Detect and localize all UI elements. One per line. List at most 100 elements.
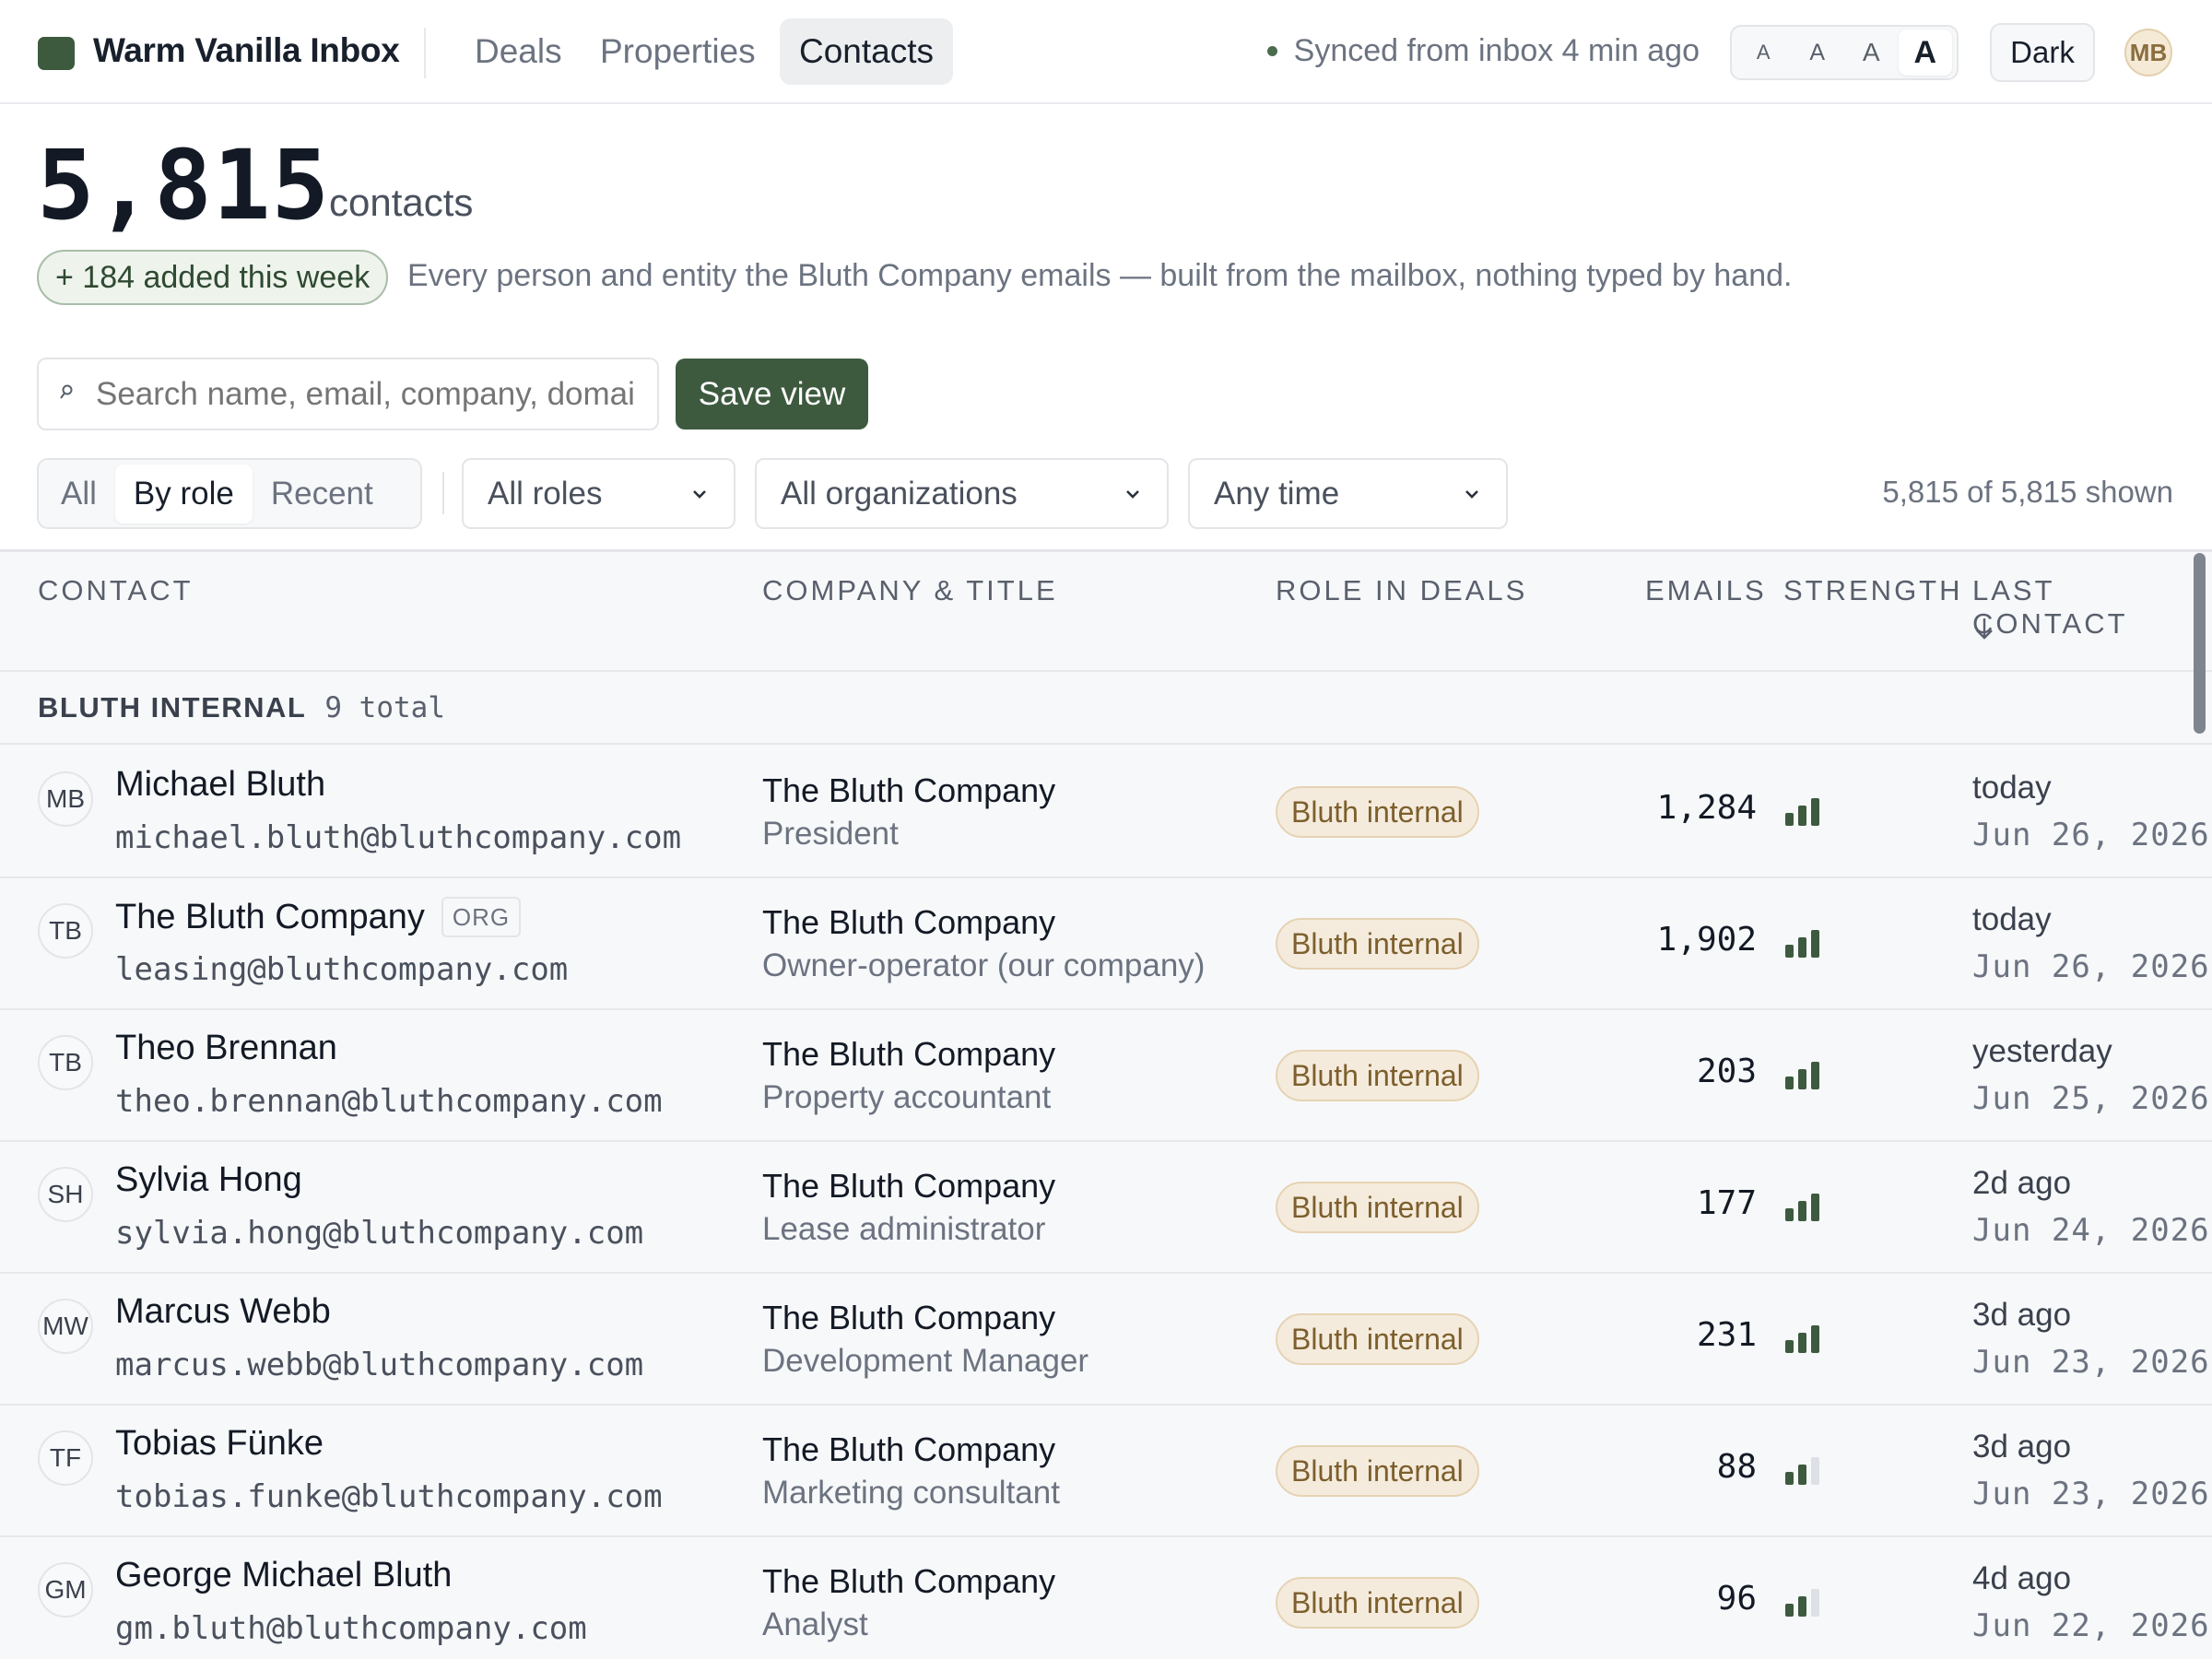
dark-mode-button[interactable]: Dark [1990, 23, 2095, 82]
brand-logo-icon [38, 37, 75, 70]
table-row[interactable]: MB Michael Bluth michael.bluth@bluthcomp… [0, 747, 2212, 878]
last-contact-date: Jun 23, 2026 [1972, 1476, 2210, 1512]
contact-name[interactable]: Tobias Fünke [115, 1424, 324, 1464]
strength-bar [1785, 813, 1794, 826]
column-header-contact[interactable]: CONTACT [38, 574, 194, 607]
contact-title: Property accountant [762, 1079, 1052, 1115]
company-name: The Bluth Company [762, 1167, 1056, 1205]
table-row[interactable]: TB Theo Brennan theo.brennan@bluthcompan… [0, 1010, 2212, 1142]
strength-bar [1798, 1596, 1806, 1617]
group-name: BLUTH INTERNAL [38, 690, 307, 724]
search-box[interactable] [37, 358, 659, 430]
contact-name[interactable]: The Bluth Company [115, 898, 425, 937]
strength-bar [1811, 1325, 1819, 1353]
last-contact-date: Jun 23, 2026 [1972, 1344, 2210, 1381]
table-row[interactable]: SH Sylvia Hong sylvia.hong@bluthcompany.… [0, 1142, 2212, 1274]
table-row[interactable]: TF Tobias Fünke tobias.funke@bluthcompan… [0, 1406, 2212, 1537]
last-contact-relative: yesterday [1972, 1033, 2112, 1069]
contact-count-unit: contacts [329, 181, 474, 224]
font-size-l-button[interactable]: A [1898, 29, 1952, 76]
strength-bar [1785, 1604, 1794, 1617]
last-contact-date: Jun 22, 2026 [1972, 1607, 2210, 1644]
nav-tab-deals[interactable]: Deals [455, 18, 582, 85]
user-avatar[interactable]: MB [2124, 29, 2172, 76]
contact-name[interactable]: Michael Bluth [115, 765, 325, 805]
contact-title: President [762, 816, 899, 852]
column-header-last-contact[interactable]: LAST CONTACT [1972, 574, 2212, 641]
contact-name-wrap: Marcus Webb [115, 1292, 331, 1332]
column-header-company[interactable]: COMPANY & TITLE [762, 574, 1058, 607]
column-header-strength[interactable]: STRENGTH [1783, 574, 1963, 607]
font-size-xs-button[interactable]: A [1736, 29, 1791, 76]
scrollbar[interactable] [2194, 553, 2206, 734]
brand-name: Warm Vanilla Inbox [93, 31, 400, 69]
email-count: 96 [1716, 1580, 1757, 1618]
strength-bar [1811, 1194, 1819, 1221]
segment-all[interactable]: All [42, 465, 115, 524]
role-select[interactable]: All roles [462, 458, 735, 529]
contact-avatar: MW [38, 1299, 93, 1354]
table-row[interactable]: TB The Bluth Company ORG leasing@bluthcom… [0, 878, 2212, 1010]
company-name: The Bluth Company [762, 1430, 1056, 1468]
role-badge: Bluth internal [1276, 1050, 1479, 1101]
nav-tab-contacts[interactable]: Contacts [780, 18, 954, 85]
contact-name[interactable]: Sylvia Hong [115, 1160, 302, 1200]
strength-bar [1798, 1465, 1806, 1485]
strength-bars-icon [1785, 798, 1819, 826]
contact-title: Lease administrator [762, 1211, 1046, 1247]
last-contact-date: Jun 26, 2026 [1972, 948, 2210, 985]
strength-bar [1811, 1589, 1819, 1617]
column-header-role[interactable]: ROLE IN DEALS [1276, 574, 1527, 607]
top-bar: Warm Vanilla Inbox Deals Properties Cont… [0, 0, 2212, 104]
role-badge: Bluth internal [1276, 1577, 1479, 1629]
email-count: 203 [1696, 1053, 1757, 1090]
company-name: The Bluth Company [762, 903, 1056, 941]
group-header[interactable]: BLUTH INTERNAL 9 total [0, 672, 2212, 745]
segment-recent[interactable]: Recent [253, 465, 392, 524]
contact-avatar: TB [38, 903, 93, 959]
email-count: 231 [1696, 1316, 1757, 1354]
chevron-down-icon [1465, 489, 1478, 499]
nav-tab-properties[interactable]: Properties [581, 18, 775, 85]
strength-bars-icon [1785, 1194, 1819, 1221]
contacts-table: CONTACT COMPANY & TITLE ROLE IN DEALS EM… [0, 549, 2212, 1659]
view-mode-segmented: All By role Recent [37, 458, 422, 529]
email-count: 1,902 [1656, 921, 1757, 959]
contact-name-wrap: The Bluth Company ORG [115, 897, 522, 937]
save-view-button[interactable]: Save view [676, 359, 868, 429]
font-size-s-button[interactable]: A [1791, 29, 1845, 76]
strength-bars-icon [1785, 1325, 1819, 1353]
table-header: CONTACT COMPANY & TITLE ROLE IN DEALS EM… [0, 552, 2212, 672]
strength-bar [1798, 937, 1806, 958]
contact-avatar: TB [38, 1035, 93, 1090]
time-select-value: Any time [1214, 475, 1340, 512]
role-badge: Bluth internal [1276, 918, 1479, 970]
contact-avatar: MB [38, 771, 93, 827]
font-size-m-button[interactable]: A [1844, 29, 1899, 76]
contact-name-wrap: Tobias Fünke [115, 1424, 324, 1464]
contact-name[interactable]: George Michael Bluth [115, 1556, 452, 1595]
contact-name[interactable]: Theo Brennan [115, 1029, 337, 1068]
arrow-down-icon[interactable] [1972, 615, 1996, 642]
added-this-week-badge: + 184 added this week [37, 250, 389, 305]
strength-bar [1785, 1077, 1794, 1089]
email-count: 177 [1696, 1184, 1757, 1222]
strength-bar [1798, 1201, 1806, 1221]
contact-title: Marketing consultant [762, 1475, 1060, 1511]
contact-name-wrap: Sylvia Hong [115, 1160, 302, 1200]
company-name: The Bluth Company [762, 1035, 1056, 1073]
contact-email: theo.brennan@bluthcompany.com [115, 1083, 663, 1120]
time-select[interactable]: Any time [1188, 458, 1508, 529]
sync-dot-icon [1266, 46, 1277, 56]
contact-avatar: TF [38, 1430, 93, 1486]
contact-name[interactable]: Marcus Webb [115, 1292, 331, 1332]
organization-select[interactable]: All organizations [755, 458, 1169, 529]
strength-bar [1785, 1472, 1794, 1485]
column-header-emails[interactable]: EMAILS [1645, 574, 1767, 607]
segment-by-role[interactable]: By role [114, 464, 253, 524]
contact-avatar: SH [38, 1167, 93, 1222]
search-input[interactable] [96, 375, 640, 413]
table-row[interactable]: GM George Michael Bluth gm.bluth@bluthco… [0, 1537, 2212, 1659]
table-row[interactable]: MW Marcus Webb marcus.webb@bluthcompany.… [0, 1274, 2212, 1406]
strength-bar [1785, 1208, 1794, 1221]
